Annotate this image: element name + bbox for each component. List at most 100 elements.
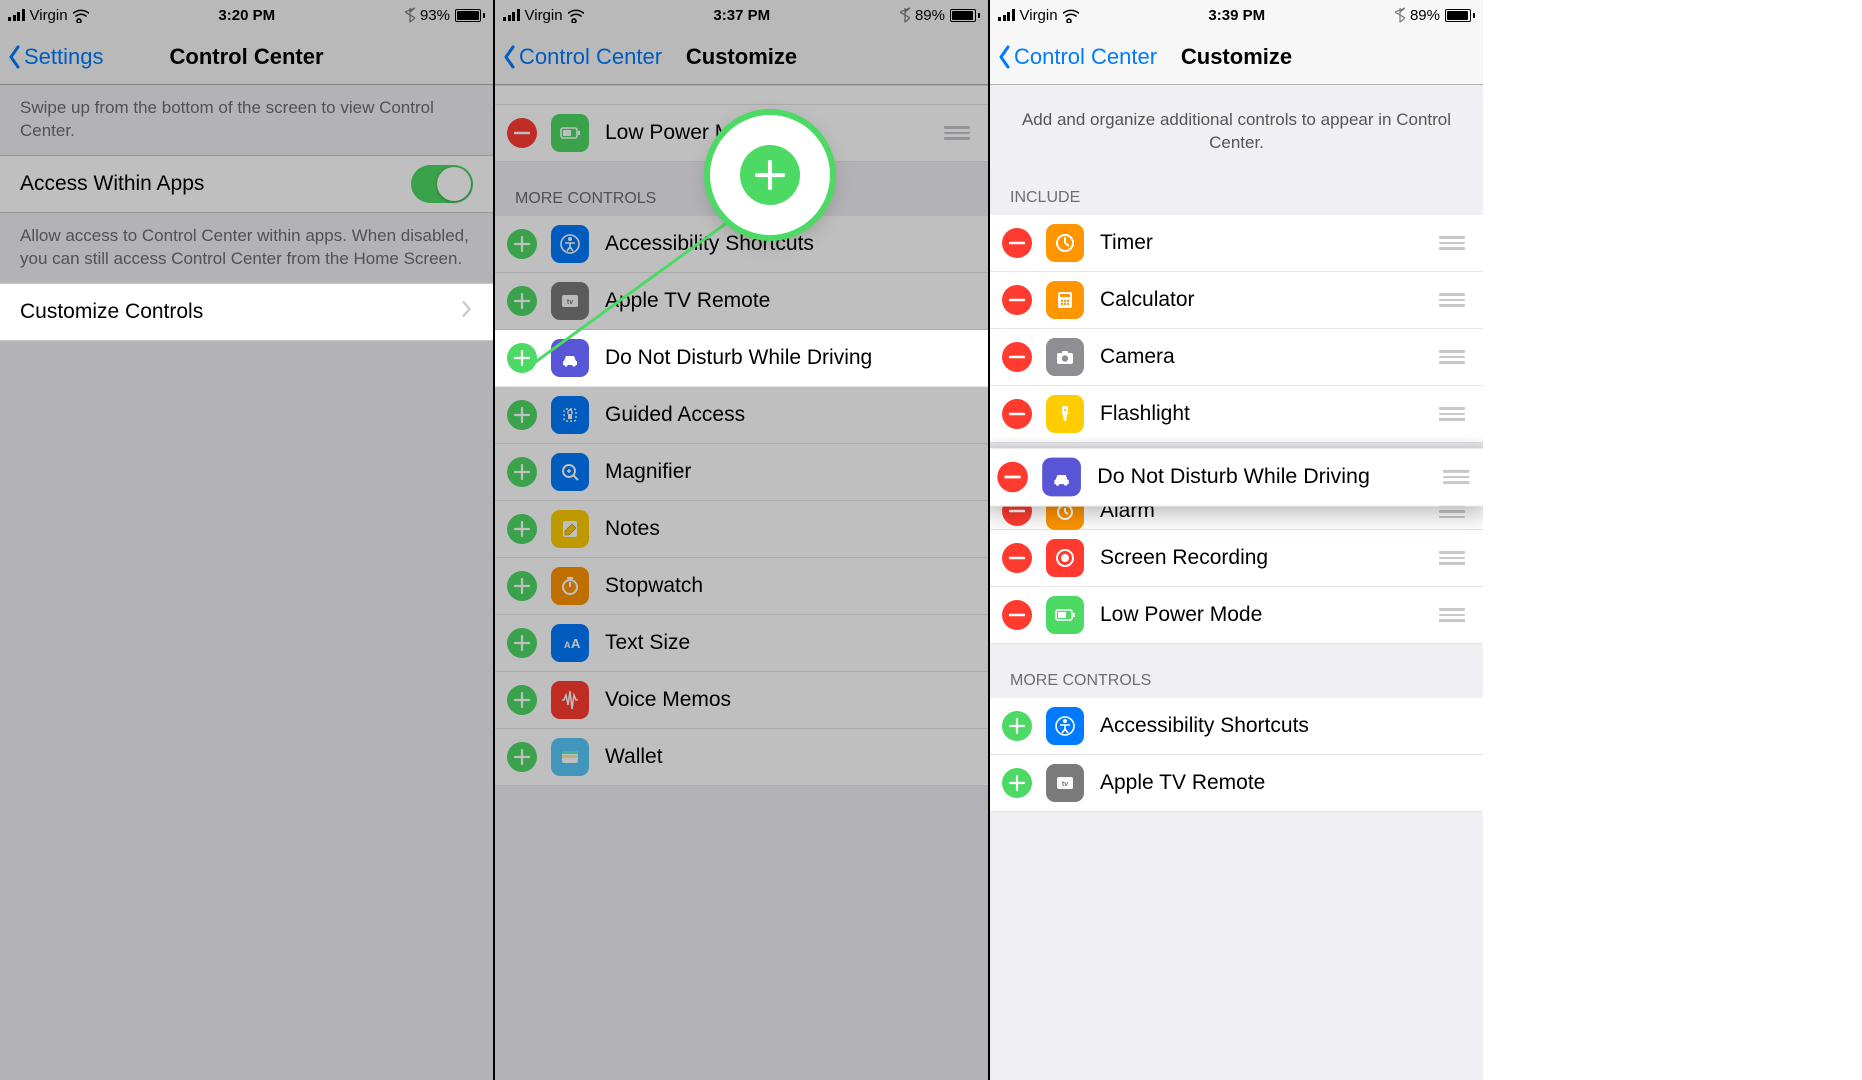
stopwatch-icon (551, 567, 589, 605)
apple-tv-icon (1046, 764, 1084, 802)
row-label: Text Size (605, 631, 690, 655)
wifi-icon (73, 7, 89, 23)
drag-handle[interactable] (1439, 505, 1465, 519)
bluetooth-icon (405, 7, 415, 23)
row-label: Voice Memos (605, 688, 731, 712)
add-button[interactable] (507, 571, 537, 601)
drag-handle[interactable] (1439, 608, 1465, 622)
battery-icon (950, 9, 980, 22)
add-button[interactable] (507, 400, 537, 430)
remove-button[interactable] (997, 462, 1028, 493)
row-label: Apple TV Remote (1100, 771, 1265, 795)
remove-button[interactable] (1002, 342, 1032, 372)
clock: 3:20 PM (218, 7, 275, 24)
low-power-icon (551, 114, 589, 152)
access-label: Access Within Apps (20, 172, 204, 196)
row-label: Flashlight (1100, 402, 1190, 426)
add-button[interactable] (1002, 768, 1032, 798)
back-button[interactable]: Control Center (501, 44, 662, 70)
row-label: Screen Recording (1100, 546, 1268, 570)
add-button[interactable] (507, 286, 537, 316)
customize-controls-row[interactable]: Customize Controls (0, 284, 493, 340)
page-title: Customize (686, 44, 797, 70)
text-size-icon (551, 624, 589, 662)
callout-add-bubble (710, 115, 830, 235)
accessibility-icon (1046, 707, 1084, 745)
customize-label: Customize Controls (20, 300, 203, 324)
more-row-apple-tv[interactable]: Apple TV Remote (990, 755, 1483, 812)
include-row-partial[interactable] (495, 85, 988, 105)
drag-handle[interactable] (1439, 407, 1465, 421)
car-icon (1042, 457, 1081, 496)
chevron-right-icon (461, 299, 473, 325)
add-button[interactable] (1002, 711, 1032, 741)
access-within-apps-row: Access Within Apps (0, 156, 493, 212)
row-label: Accessibility Shortcuts (1100, 714, 1309, 738)
carrier-label: Virgin (525, 7, 563, 24)
apple-tv-icon (551, 282, 589, 320)
include-row-flashlight[interactable]: Flashlight (990, 386, 1483, 443)
remove-button[interactable] (1002, 228, 1032, 258)
wallet-icon (551, 738, 589, 776)
add-button[interactable] (507, 628, 537, 658)
add-button[interactable] (507, 685, 537, 715)
timer-icon (1046, 224, 1084, 262)
more-row-apple-tv[interactable]: Apple TV Remote (495, 273, 988, 330)
drag-handle[interactable] (1439, 293, 1465, 307)
drag-handle[interactable] (1439, 350, 1465, 364)
drag-handle[interactable] (1443, 470, 1470, 484)
more-row-voice-memos[interactable]: Voice Memos (495, 672, 988, 729)
battery-pct: 89% (915, 7, 945, 24)
include-row-screen-recording[interactable]: Screen Recording (990, 530, 1483, 587)
nav-bar: Settings Control Center (0, 30, 493, 85)
more-row-guided-access[interactable]: Guided Access (495, 387, 988, 444)
nav-bar: Control Center Customize (495, 30, 988, 85)
screen-customize-add: Virgin 3:37 PM 89% Control Center Custom… (495, 0, 988, 1080)
more-row-text-size[interactable]: Text Size (495, 615, 988, 672)
row-label: Magnifier (605, 460, 691, 484)
include-row-dnd-driving[interactable]: Do Not Disturb While Driving (990, 448, 1483, 506)
signal-icon (8, 9, 25, 21)
add-button[interactable] (507, 343, 537, 373)
include-row-timer[interactable]: Timer (990, 215, 1483, 272)
remove-button[interactable] (1002, 543, 1032, 573)
include-row-low-power[interactable]: Low Power Mode (990, 587, 1483, 644)
status-bar: Virgin 3:39 PM 89% (990, 0, 1483, 30)
drag-handle[interactable] (1439, 551, 1465, 565)
more-row-wallet[interactable]: Wallet (495, 729, 988, 786)
camera-icon (1046, 338, 1084, 376)
drag-handle[interactable] (944, 126, 970, 140)
row-label: Wallet (605, 745, 663, 769)
back-button[interactable]: Control Center (996, 44, 1157, 70)
screen-control-center: Virgin 3:20 PM 93% Settings Control Cent… (0, 0, 493, 1080)
add-button[interactable] (507, 514, 537, 544)
drag-handle[interactable] (1439, 236, 1465, 250)
more-row-accessibility[interactable]: Accessibility Shortcuts (990, 698, 1483, 755)
remove-button[interactable] (1002, 399, 1032, 429)
more-row-magnifier[interactable]: Magnifier (495, 444, 988, 501)
more-row-stopwatch[interactable]: Stopwatch (495, 558, 988, 615)
carrier-label: Virgin (30, 7, 68, 24)
include-row-camera[interactable]: Camera (990, 329, 1483, 386)
add-button[interactable] (507, 742, 537, 772)
calculator-icon (1046, 281, 1084, 319)
remove-button[interactable] (1002, 600, 1032, 630)
carrier-label: Virgin (1020, 7, 1058, 24)
nav-bar: Control Center Customize (990, 30, 1483, 85)
access-toggle[interactable] (411, 165, 473, 203)
add-button[interactable] (507, 229, 537, 259)
back-label: Settings (24, 44, 104, 70)
row-label: Camera (1100, 345, 1175, 369)
more-row-notes[interactable]: Notes (495, 501, 988, 558)
remove-button[interactable] (507, 118, 537, 148)
include-row-calculator[interactable]: Calculator (990, 272, 1483, 329)
battery-pct: 89% (1410, 7, 1440, 24)
back-button[interactable]: Settings (6, 44, 104, 70)
remove-button[interactable] (1002, 285, 1032, 315)
back-label: Control Center (519, 44, 662, 70)
plus-icon (740, 145, 800, 205)
row-label: Guided Access (605, 403, 745, 427)
row-label: Stopwatch (605, 574, 703, 598)
row-label: Timer (1100, 231, 1153, 255)
add-button[interactable] (507, 457, 537, 487)
